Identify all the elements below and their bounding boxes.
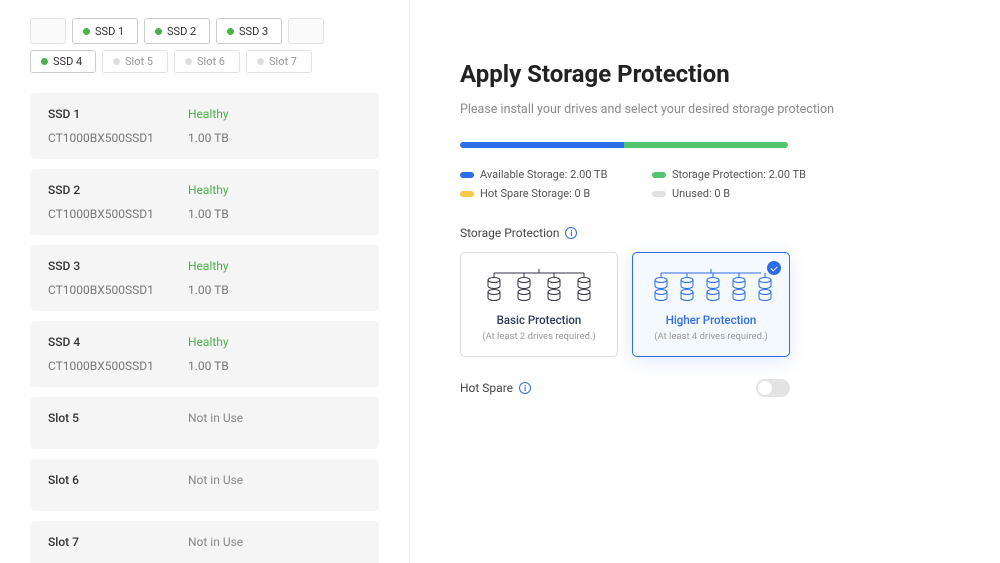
storage-legend: Available Storage: 2.00 TB Storage Prote… — [460, 168, 820, 200]
chip-label: Slot 7 — [269, 55, 297, 68]
slot-chip-slot6[interactable]: Slot 6 — [174, 50, 240, 73]
drive-card[interactable]: Slot 5Not in Use — [30, 397, 379, 449]
slot-chip-ssd2[interactable]: SSD 2 — [144, 18, 210, 44]
slot-chip-slot7[interactable]: Slot 7 — [246, 50, 312, 73]
drive-card[interactable]: SSD 3Healthy CT1000BX500SSD11.00 TB — [30, 245, 379, 311]
status-dot-icon — [257, 58, 264, 65]
card-subtitle: (At least 2 drives required.) — [471, 331, 607, 342]
page-title: Apply Storage Protection — [460, 60, 930, 88]
label-text: Hot Spare — [460, 381, 513, 395]
protection-panel: Apply Storage Protection Please install … — [410, 0, 1000, 563]
status-dot-icon — [113, 58, 120, 65]
drive-status: Not in Use — [188, 535, 243, 549]
drive-name: Slot 6 — [48, 473, 188, 487]
hotspare-row: Hot Spare i — [460, 379, 790, 397]
pill-icon — [460, 172, 474, 178]
drive-name: Slot 7 — [48, 535, 188, 549]
legend-protection: Storage Protection: 2.00 TB — [652, 168, 820, 181]
drive-model: CT1000BX500SSD1 — [48, 359, 188, 373]
drive-card[interactable]: SSD 4Healthy CT1000BX500SSD11.00 TB — [30, 321, 379, 387]
slot-chip-ssd4[interactable]: SSD 4 — [30, 50, 96, 73]
drive-size: 1.00 TB — [188, 131, 229, 145]
chip-label: Slot 5 — [125, 55, 153, 68]
drive-status: Healthy — [188, 259, 229, 273]
raid-basic-icon — [471, 269, 607, 303]
slot-chip-row: SSD 1 SSD 2 SSD 3 SSD 4 Slot 5 Slot 6 Sl… — [30, 18, 379, 73]
slot-chip-ssd3[interactable]: SSD 3 — [216, 18, 282, 44]
hotspare-toggle[interactable] — [756, 379, 790, 397]
raid-higher-icon — [643, 269, 779, 303]
drive-card[interactable]: SSD 1Healthy CT1000BX500SSD11.00 TB — [30, 93, 379, 159]
drive-name: SSD 4 — [48, 335, 188, 349]
drive-list-panel: SSD 1 SSD 2 SSD 3 SSD 4 Slot 5 Slot 6 Sl… — [0, 0, 410, 563]
check-icon — [767, 261, 781, 275]
slot-chip-ssd1[interactable]: SSD 1 — [72, 18, 138, 44]
drive-status: Healthy — [188, 107, 229, 121]
chip-blank — [288, 18, 324, 44]
drive-model: CT1000BX500SSD1 — [48, 131, 188, 145]
drive-status: Healthy — [188, 183, 229, 197]
label-text: Storage Protection — [460, 226, 559, 240]
hotspare-label: Hot Spare i — [460, 381, 531, 395]
drive-card[interactable]: Slot 6Not in Use — [30, 459, 379, 511]
card-subtitle: (At least 4 drives required.) — [643, 331, 779, 342]
status-dot-icon — [155, 28, 162, 35]
legend-text: Unused: 0 B — [672, 187, 730, 200]
chip-label: SSD 2 — [167, 25, 196, 38]
drive-model: CT1000BX500SSD1 — [48, 207, 188, 221]
chip-label: SSD 1 — [95, 25, 124, 38]
chip-label: SSD 4 — [53, 55, 82, 68]
drive-status: Healthy — [188, 335, 229, 349]
legend-text: Available Storage: 2.00 TB — [480, 168, 607, 181]
drive-card[interactable]: SSD 2Healthy CT1000BX500SSD11.00 TB — [30, 169, 379, 235]
bar-available — [460, 142, 624, 148]
storage-protection-label: Storage Protection i — [460, 226, 930, 240]
legend-text: Storage Protection: 2.00 TB — [672, 168, 806, 181]
info-icon[interactable]: i — [519, 382, 531, 394]
pill-icon — [652, 172, 666, 178]
pill-icon — [460, 191, 474, 197]
legend-unused: Unused: 0 B — [652, 187, 820, 200]
status-dot-icon — [83, 28, 90, 35]
drive-name: SSD 3 — [48, 259, 188, 273]
drive-size: 1.00 TB — [188, 359, 229, 373]
drive-size: 1.00 TB — [188, 283, 229, 297]
drive-name: Slot 5 — [48, 411, 188, 425]
drive-card[interactable]: Slot 7Not in Use — [30, 521, 379, 563]
drive-status: Not in Use — [188, 411, 243, 425]
drive-name: SSD 1 — [48, 107, 188, 121]
legend-hotspare: Hot Spare Storage: 0 B — [460, 187, 628, 200]
storage-bar — [460, 142, 788, 148]
page-subtitle: Please install your drives and select yo… — [460, 100, 930, 120]
status-dot-icon — [185, 58, 192, 65]
legend-available: Available Storage: 2.00 TB — [460, 168, 628, 181]
status-dot-icon — [41, 58, 48, 65]
drive-size: 1.00 TB — [188, 207, 229, 221]
chip-label: SSD 3 — [239, 25, 268, 38]
pill-icon — [652, 191, 666, 197]
slot-chip-slot5[interactable]: Slot 5 — [102, 50, 168, 73]
chip-blank — [30, 18, 66, 44]
drive-status: Not in Use — [188, 473, 243, 487]
protection-options: Basic Protection (At least 2 drives requ… — [460, 252, 930, 357]
status-dot-icon — [227, 28, 234, 35]
card-title: Higher Protection — [643, 313, 779, 327]
drive-model: CT1000BX500SSD1 — [48, 283, 188, 297]
bar-protection — [624, 142, 788, 148]
info-icon[interactable]: i — [565, 227, 577, 239]
card-title: Basic Protection — [471, 313, 607, 327]
drive-name: SSD 2 — [48, 183, 188, 197]
legend-text: Hot Spare Storage: 0 B — [480, 187, 590, 200]
basic-protection-card[interactable]: Basic Protection (At least 2 drives requ… — [460, 252, 618, 357]
chip-label: Slot 6 — [197, 55, 225, 68]
higher-protection-card[interactable]: Higher Protection (At least 4 drives req… — [632, 252, 790, 357]
